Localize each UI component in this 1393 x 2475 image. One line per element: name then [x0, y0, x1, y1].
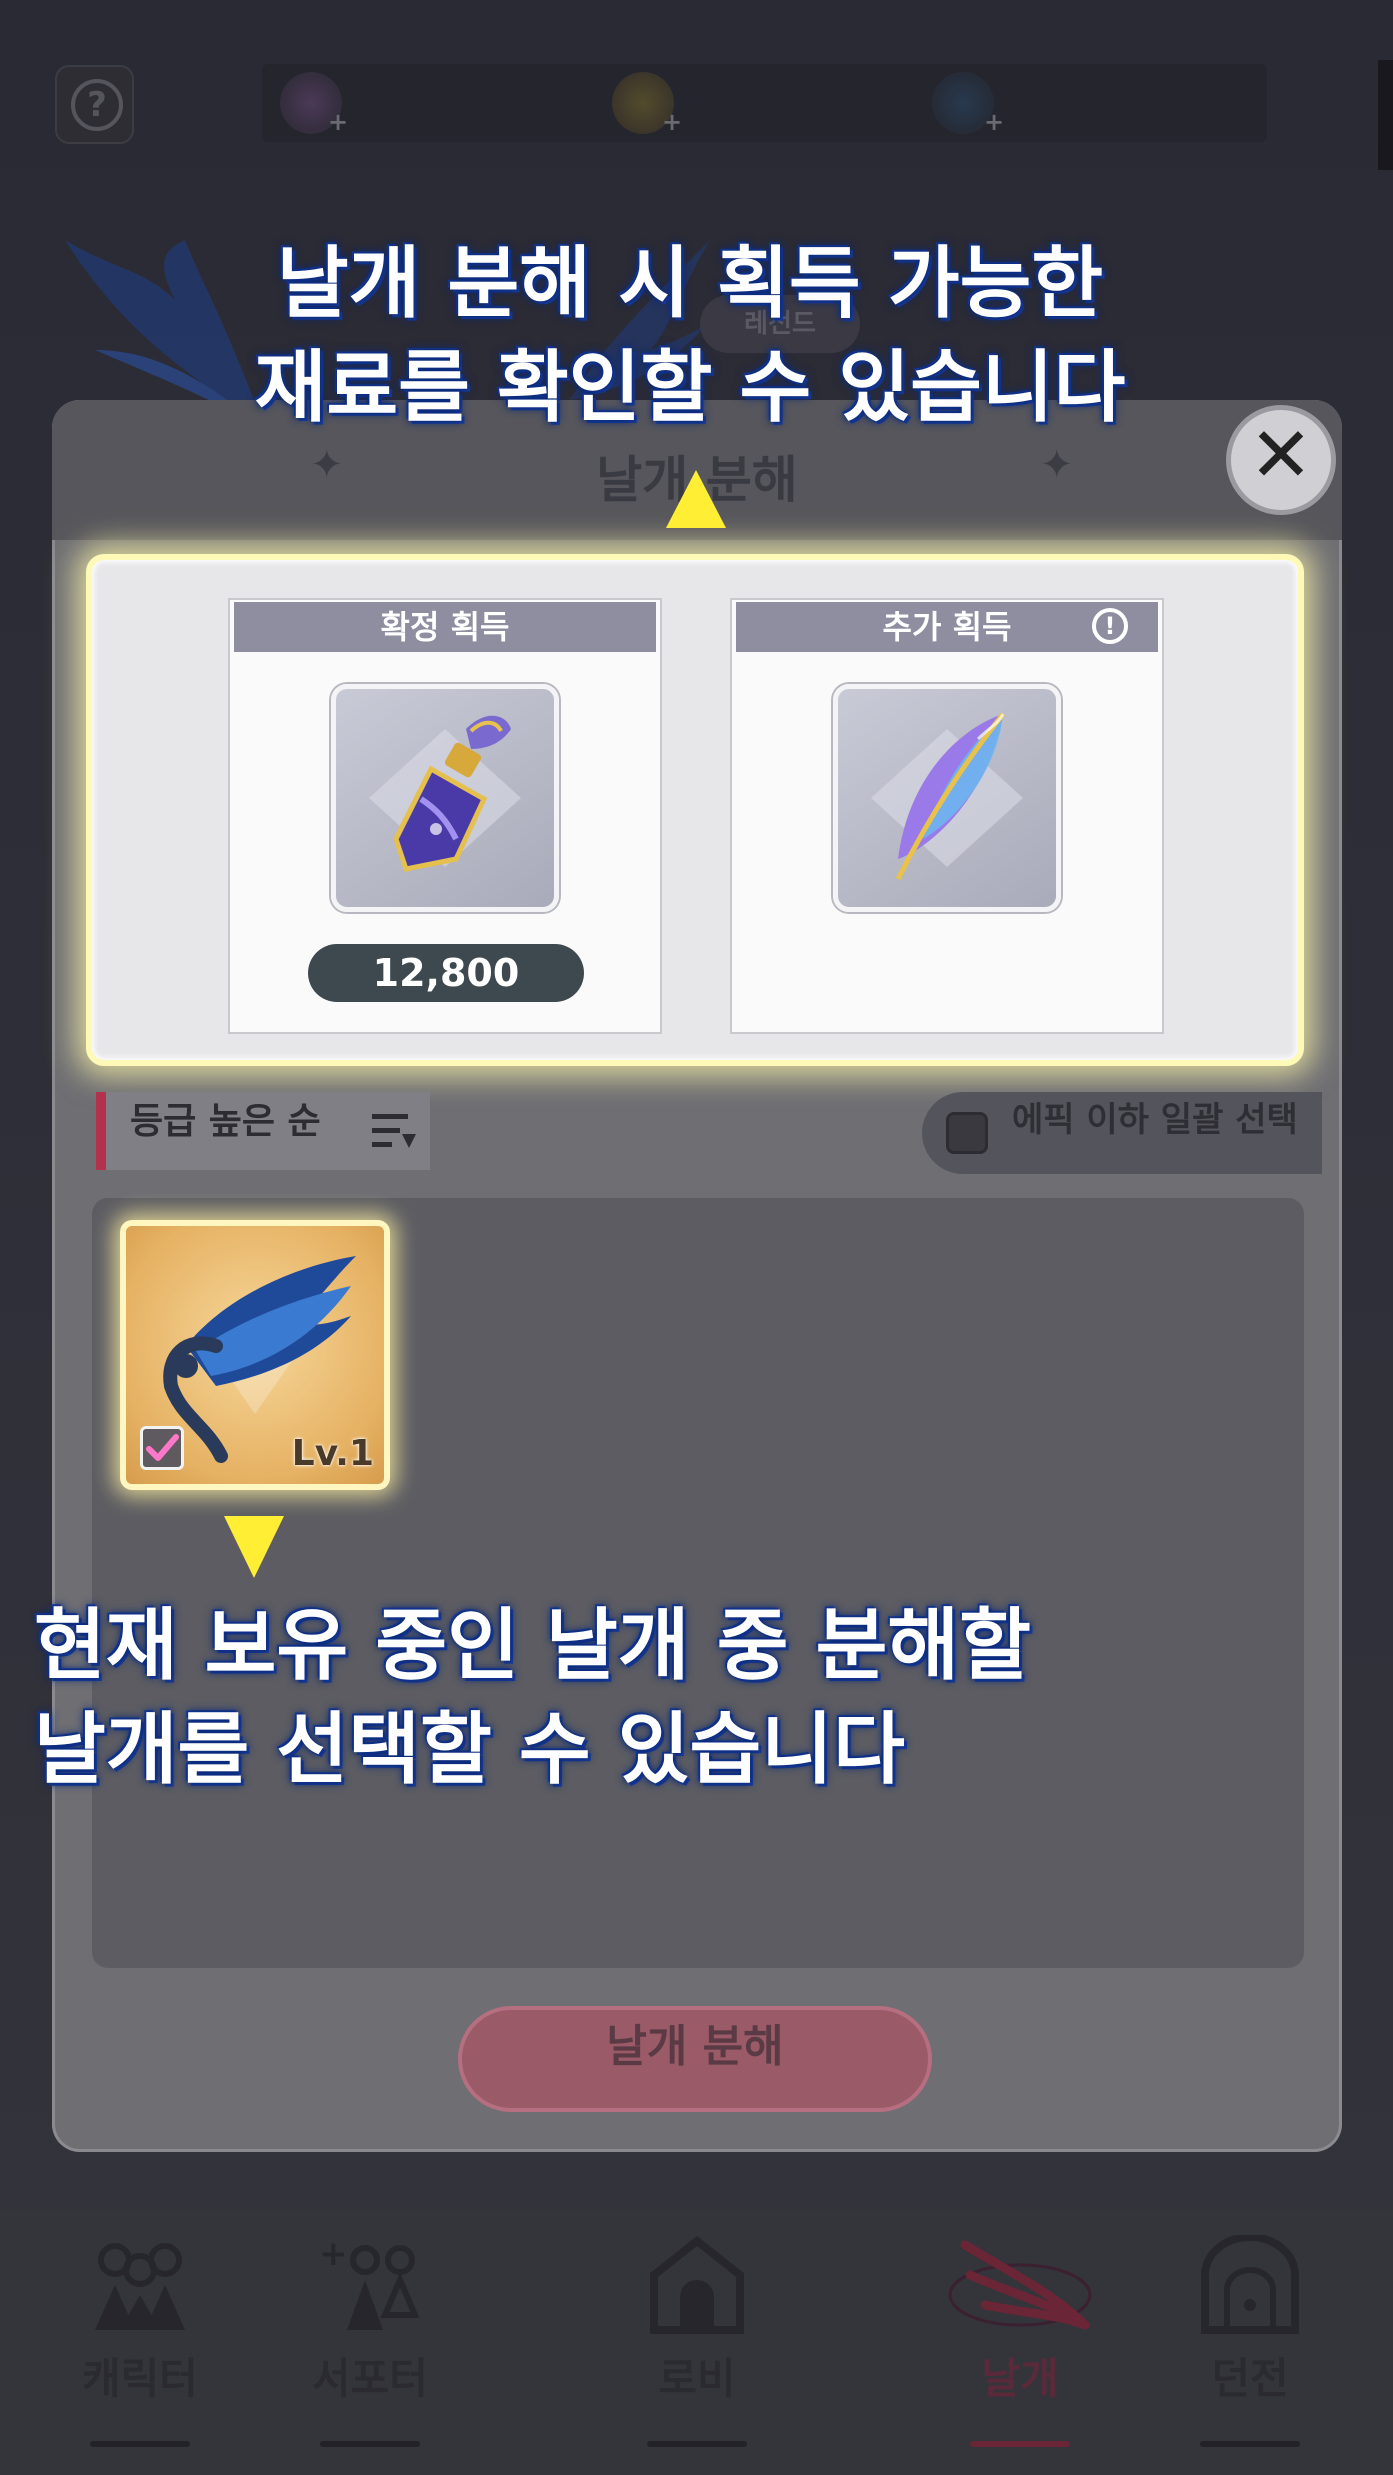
lobby-house-icon — [650, 2235, 744, 2334]
disassemble-button-label: 날개 분해 — [606, 2021, 784, 2072]
nav-supporter-label: 서포터 — [312, 2354, 428, 2403]
nav-underline — [647, 2441, 747, 2447]
tutorial-top-line-1: 날개 분해 시 획득 가능한 — [276, 239, 1104, 329]
wing-item-level: Lv.1 — [291, 1433, 374, 1474]
extra-reward-card: 추가 획득 ! — [730, 598, 1164, 1034]
potion-bottle-icon — [369, 715, 521, 872]
crystal-add-button[interactable]: + — [984, 108, 1004, 136]
nav-wing-label: 날개 — [981, 2354, 1059, 2403]
nav-underline — [1200, 2441, 1300, 2447]
nav-underline — [320, 2441, 420, 2447]
question-mark-icon: ? — [71, 79, 123, 131]
nav-lobby[interactable]: 로비 — [597, 2235, 797, 2447]
nav-lobby-label: 로비 — [658, 2354, 736, 2403]
help-button[interactable]: ? — [55, 65, 134, 144]
tutorial-arrow-up-icon — [666, 470, 726, 528]
nav-characters-label: 캐릭터 — [82, 2354, 198, 2403]
guaranteed-reward-header: 확정 획득 — [234, 602, 656, 652]
guaranteed-item-slot[interactable] — [331, 684, 559, 912]
sort-button[interactable]: 등급 높은 순 — [96, 1092, 430, 1170]
nav-supporter[interactable]: + 서포터 — [270, 2235, 470, 2447]
close-button[interactable]: ✕ — [1226, 405, 1336, 515]
extra-reward-header: 추가 획득 ! — [736, 602, 1158, 652]
svg-text:+: + — [319, 2235, 348, 2274]
characters-icon — [95, 2243, 185, 2330]
disassemble-button[interactable]: 날개 분해 — [458, 2006, 932, 2112]
tutorial-bottom-line-2: 날개를 선택할 수 있습니다 — [34, 1705, 905, 1795]
guaranteed-reward-card: 확정 획득 12,800 — [228, 598, 662, 1034]
bulk-select-label: 에픽 이하 일괄 선택 — [1012, 1100, 1298, 1140]
nav-underline — [970, 2441, 1070, 2447]
extra-item-slot[interactable] — [833, 684, 1061, 912]
checkmark-icon — [146, 1434, 179, 1461]
gem-add-button[interactable]: + — [328, 108, 348, 136]
wing-item-slot[interactable]: Lv.1 — [120, 1220, 390, 1490]
window-edge — [1378, 60, 1393, 170]
bulk-select-checkbox[interactable] — [946, 1112, 988, 1154]
bulk-select-toggle[interactable]: 에픽 이하 일괄 선택 — [922, 1092, 1322, 1174]
nav-characters[interactable]: 캐릭터 — [40, 2235, 240, 2447]
info-icon[interactable]: ! — [1092, 608, 1128, 644]
tutorial-top-text: 날개 분해 시 획득 가능한 재료를 확인할 수 있습니다 — [140, 232, 1240, 440]
extra-reward-header-label: 추가 획득 — [882, 608, 1012, 646]
close-icon: ✕ — [1249, 410, 1313, 499]
tutorial-bottom-text: 현재 보유 중인 날개 중 분해할 날개를 선택할 수 있습니다 — [34, 1594, 1334, 1802]
tutorial-top-line-2: 재료를 확인할 수 있습니다 — [254, 343, 1126, 433]
sort-label: 등급 높은 순 — [130, 1101, 321, 1142]
gold-add-button[interactable]: + — [662, 108, 682, 136]
sort-icon — [372, 1114, 416, 1148]
nav-underline — [90, 2441, 190, 2447]
resource-bar: + + + — [262, 64, 1267, 142]
dungeon-gate-icon — [1201, 2235, 1299, 2334]
wing-item-checkbox[interactable] — [140, 1426, 184, 1470]
tutorial-bottom-line-1: 현재 보유 중인 날개 중 분해할 — [34, 1601, 1031, 1691]
nav-dungeon[interactable]: 던전 — [1150, 2235, 1350, 2447]
nav-wing[interactable]: 날개 — [920, 2235, 1120, 2447]
wing-icon — [948, 2240, 1092, 2330]
nav-dungeon-label: 던전 — [1211, 2354, 1289, 2403]
tutorial-arrow-down-icon — [224, 1516, 284, 1578]
supporter-icon: + — [319, 2235, 420, 2330]
guaranteed-quantity: 12,800 — [308, 944, 584, 1002]
feather-icon — [871, 712, 1023, 881]
